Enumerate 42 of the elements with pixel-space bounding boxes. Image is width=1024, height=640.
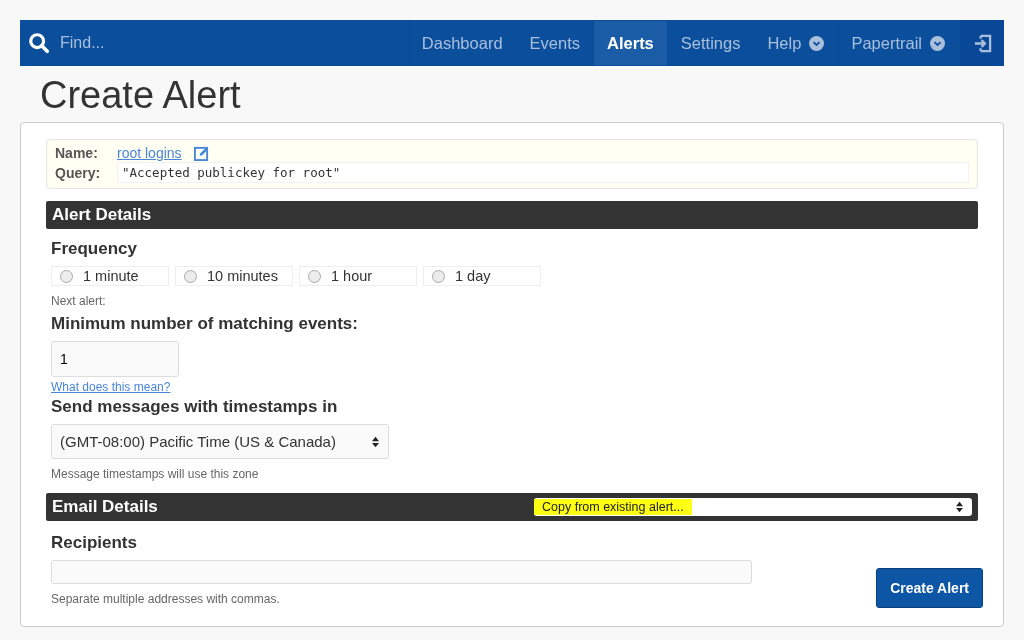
- field-label: Send messages with timestamps in: [51, 397, 339, 417]
- explanation-link[interactable]: What does this mean?: [51, 380, 171, 394]
- frequency-option[interactable]: 1 hour: [299, 266, 417, 286]
- chevron-down-icon: [930, 35, 945, 51]
- page-title: Create Alert: [40, 76, 242, 114]
- search-field[interactable]: Find...: [58, 33, 262, 53]
- nav-link[interactable]: Papertrail: [837, 21, 958, 65]
- section-title: Alert Details: [52, 205, 152, 225]
- section-title: Email Details: [52, 497, 158, 517]
- nav-link[interactable]: Help: [753, 21, 838, 65]
- edit-icon[interactable]: [193, 145, 209, 161]
- chevron-down-icon: [809, 35, 825, 51]
- name-label: Name:: [55, 145, 99, 161]
- search-icon[interactable]: [28, 32, 50, 54]
- copy-alert-select[interactable]: Copy from existing alert...: [534, 498, 972, 516]
- nav-link[interactable]: Alerts: [593, 21, 667, 65]
- query-text: "Accepted publickey for root": [117, 162, 969, 183]
- field-label: Recipients: [51, 533, 138, 553]
- timezone-select[interactable]: (GMT-08:00) Pacific Time (US & Canada): [51, 424, 389, 459]
- radio-button[interactable]: [308, 269, 321, 283]
- sort-arrows-icon: [371, 434, 380, 449]
- frequency-option[interactable]: 1 minute: [51, 266, 169, 286]
- input-field[interactable]: 1: [51, 341, 179, 377]
- radio-button[interactable]: [432, 269, 445, 283]
- logout-button[interactable]: [960, 20, 1004, 66]
- radio-button[interactable]: [60, 269, 73, 283]
- hint-text: Message timestamps will use this zone: [51, 467, 260, 481]
- query-label: Query:: [55, 164, 102, 181]
- create-alert-button[interactable]: Create Alert: [876, 568, 983, 608]
- radio-button[interactable]: [184, 269, 197, 283]
- frequency-option[interactable]: 1 day: [423, 266, 541, 286]
- nav-link[interactable]: Dashboard: [407, 21, 516, 65]
- field-label: Minimum number of matching events:: [51, 314, 359, 334]
- recipients-field[interactable]: [51, 560, 752, 584]
- alert-name-link[interactable]: root logins: [117, 145, 182, 161]
- field-label: Frequency: [51, 239, 138, 259]
- hint-text: Separate multiple addresses with commas.: [51, 592, 281, 606]
- frequency-option[interactable]: 10 minutes: [175, 266, 293, 286]
- nav-link[interactable]: Settings: [666, 21, 754, 65]
- next-alert-text: Next alert:: [51, 294, 107, 308]
- logout-icon: [972, 33, 992, 53]
- sort-arrows-icon: [955, 500, 964, 514]
